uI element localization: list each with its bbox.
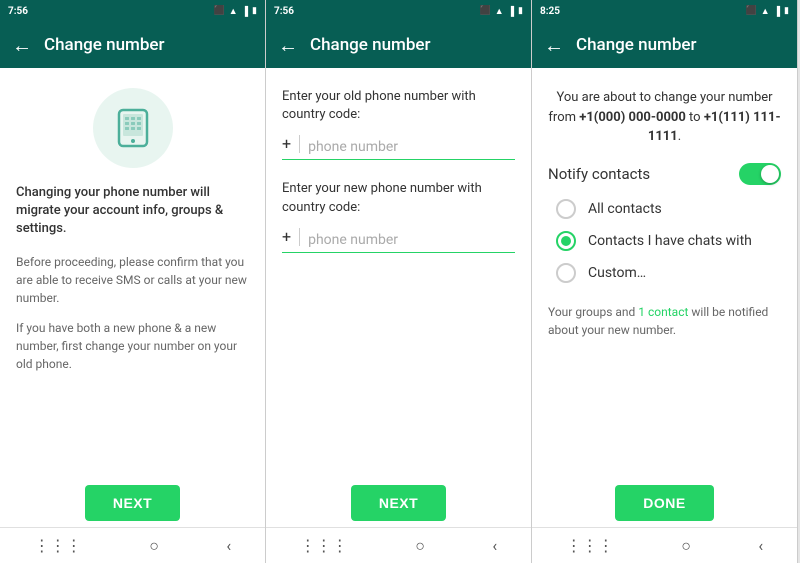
change-info-text: You are about to change your number from… (548, 88, 781, 147)
notify-toggle[interactable] (739, 163, 781, 185)
radio-label-all: All contacts (588, 201, 662, 217)
status-bar-2: 7:56 ⬛ ▲ ▐ ▮ (266, 0, 531, 22)
radio-circle-all (556, 199, 576, 219)
back-button-3[interactable]: ← (544, 35, 564, 55)
radio-label-chats: Contacts I have chats with (588, 233, 752, 249)
icon-area (16, 88, 249, 168)
next-button-1[interactable]: NEXT (85, 485, 180, 521)
signal-icon-3: ▐ (774, 6, 780, 17)
old-number-display: +1(000) 000-0000 (579, 110, 686, 125)
signal-icon-2: ▐ (508, 6, 514, 17)
back-button-2[interactable]: ← (278, 35, 298, 55)
panel-2-content: Enter your old phone number with country… (266, 68, 531, 473)
status-icons-1: ⬛ ▲ ▐ ▮ (214, 6, 257, 17)
status-icons-3: ⬛ ▲ ▐ ▮ (746, 6, 789, 17)
photo-icon: ⬛ (214, 6, 225, 16)
bottom-area-3: DONE (532, 473, 797, 527)
info-mid: to (686, 110, 704, 125)
divider-old (299, 135, 300, 153)
divider-new (299, 228, 300, 246)
status-icons-2: ⬛ ▲ ▐ ▮ (480, 6, 523, 17)
photo-icon-2: ⬛ (480, 6, 491, 16)
next-button-2[interactable]: NEXT (351, 485, 446, 521)
nav-bar-1: ⋮⋮⋮ ○ ‹ (0, 527, 265, 563)
new-number-placeholder[interactable]: phone number (308, 232, 515, 248)
contact-link[interactable]: 1 contact (638, 305, 688, 319)
notify-label: Notify contacts (548, 165, 650, 183)
nav-bar-2: ⋮⋮⋮ ○ ‹ (266, 527, 531, 563)
back-button-1[interactable]: ← (12, 35, 32, 55)
nav-home-icon-1[interactable]: ○ (149, 536, 159, 556)
radio-all-contacts[interactable]: All contacts (548, 199, 781, 219)
old-number-input-row[interactable]: + phone number (282, 134, 515, 160)
nav-bar-3: ⋮⋮⋮ ○ ‹ (532, 527, 797, 563)
new-number-input-row[interactable]: + phone number (282, 227, 515, 253)
nav-menu-icon-3[interactable]: ⋮⋮⋮ (566, 536, 614, 555)
status-bar-1: 7:56 ⬛ ▲ ▐ ▮ (0, 0, 265, 22)
sub-text-1: Before proceeding, please confirm that y… (16, 253, 249, 307)
bottom-area-2: NEXT (266, 473, 531, 527)
panel-3-content: You are about to change your number from… (532, 68, 797, 473)
toggle-knob (761, 165, 779, 183)
done-button[interactable]: DONE (615, 485, 713, 521)
wifi-icon-2: ▲ (495, 6, 504, 17)
phone-icon-circle (93, 88, 173, 168)
new-number-label: Enter your new phone number with country… (282, 180, 515, 216)
time-2: 7:56 (274, 6, 294, 17)
nav-menu-icon-2[interactable]: ⋮⋮⋮ (300, 536, 348, 555)
radio-dot-chats (561, 236, 571, 246)
main-text-1: Changing your phone number will migrate … (16, 184, 249, 239)
new-number-section: Enter your new phone number with country… (282, 180, 515, 252)
title-1: Change number (44, 35, 165, 55)
groups-notification-text: Your groups and 1 contact will be notifi… (548, 303, 781, 339)
top-bar-2: ← Change number (266, 22, 531, 68)
time-1: 7:56 (8, 6, 28, 17)
nav-back-icon-2[interactable]: ‹ (492, 536, 497, 555)
wifi-icon: ▲ (229, 6, 238, 17)
phone-change-icon (109, 104, 157, 152)
bottom-area-1: NEXT (0, 473, 265, 527)
panel-2: 7:56 ⬛ ▲ ▐ ▮ ← Change number Enter your … (266, 0, 532, 563)
nav-back-icon-3[interactable]: ‹ (758, 536, 763, 555)
title-2: Change number (310, 35, 431, 55)
status-bar-3: 8:25 ⬛ ▲ ▐ ▮ (532, 0, 797, 22)
top-bar-1: ← Change number (0, 22, 265, 68)
time-3: 8:25 (540, 6, 560, 17)
nav-back-icon-1[interactable]: ‹ (226, 536, 231, 555)
groups-text-prefix: Your groups and (548, 305, 638, 319)
battery-icon: ▮ (252, 6, 257, 16)
info-suffix: . (678, 129, 681, 144)
wifi-icon-3: ▲ (761, 6, 770, 17)
nav-home-icon-3[interactable]: ○ (681, 536, 691, 556)
radio-custom[interactable]: Custom… (548, 263, 781, 283)
nav-menu-icon-1[interactable]: ⋮⋮⋮ (34, 536, 82, 555)
radio-label-custom: Custom… (588, 265, 646, 281)
radio-circle-custom (556, 263, 576, 283)
radio-chats-contacts[interactable]: Contacts I have chats with (548, 231, 781, 251)
old-number-placeholder[interactable]: phone number (308, 139, 515, 155)
battery-icon-3: ▮ (784, 6, 789, 16)
nav-home-icon-2[interactable]: ○ (415, 536, 425, 556)
old-number-label: Enter your old phone number with country… (282, 88, 515, 124)
panel-3: 8:25 ⬛ ▲ ▐ ▮ ← Change number You are abo… (532, 0, 798, 563)
signal-icon: ▐ (242, 6, 248, 17)
panel-1: 7:56 ⬛ ▲ ▐ ▮ ← Change number (0, 0, 266, 563)
old-number-section: Enter your old phone number with country… (282, 88, 515, 160)
sub-text-2: If you have both a new phone & a new num… (16, 319, 249, 373)
battery-icon-2: ▮ (518, 6, 523, 16)
radio-circle-chats (556, 231, 576, 251)
plus-sign-old: + (282, 134, 291, 155)
photo-icon-3: ⬛ (746, 6, 757, 16)
title-3: Change number (576, 35, 697, 55)
top-bar-3: ← Change number (532, 22, 797, 68)
plus-sign-new: + (282, 227, 291, 248)
panel-1-content: Changing your phone number will migrate … (0, 68, 265, 473)
notify-contacts-row: Notify contacts (548, 163, 781, 185)
